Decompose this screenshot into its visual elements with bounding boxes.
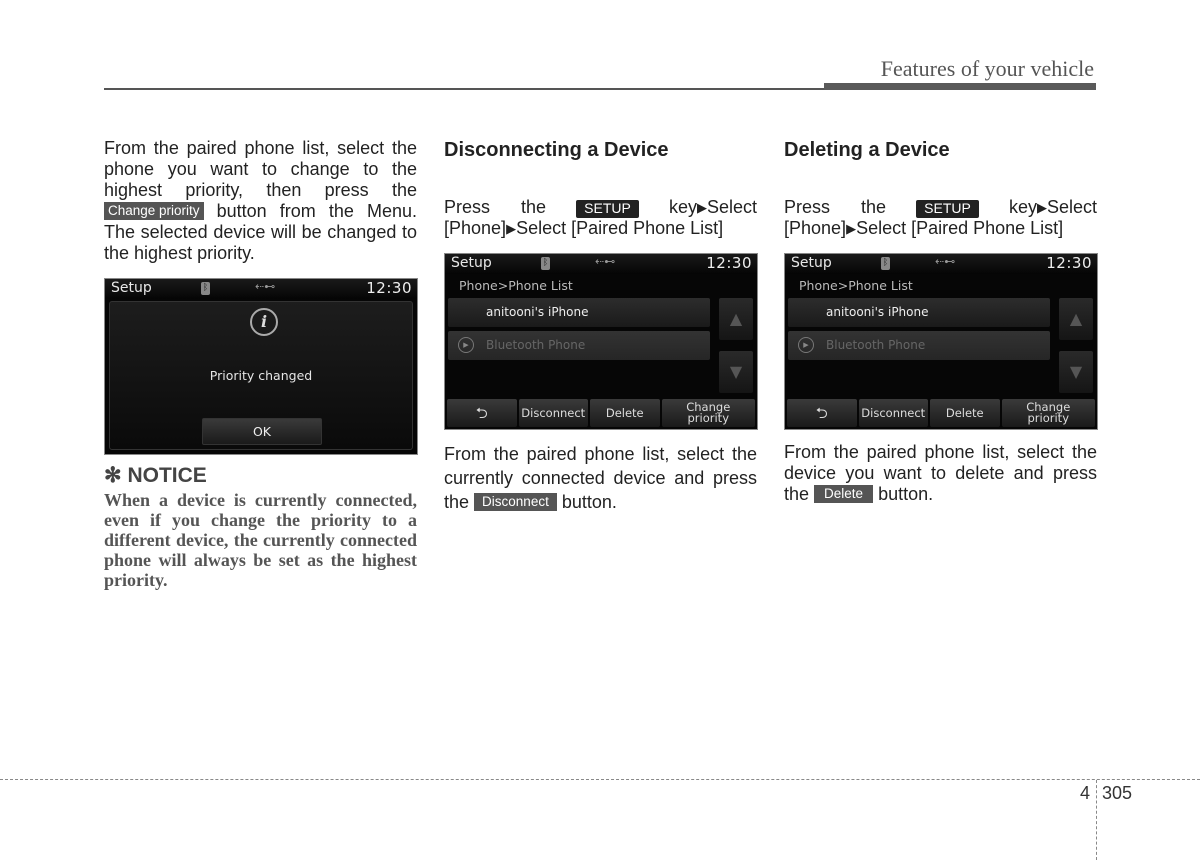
bluetooth-icon: ᛒ [881,257,890,270]
disconnect-button[interactable]: Disconnect [518,399,588,427]
triangle-down-icon: ▼ [729,362,743,381]
paired-list-text: Select [Paired Phone List] [516,218,724,238]
back-arrow-icon: ⮌ [475,403,488,422]
back-button[interactable]: ⮌ [447,399,517,427]
setup-key-tag: SETUP [916,200,979,218]
press-text: Press the [784,197,887,217]
bluetooth-icon: ᛒ [201,282,210,295]
breadcrumb: Phone>Phone List [459,278,573,293]
footer-rule [0,779,1200,780]
bluetooth-icon: ᛒ [541,257,550,270]
list-item[interactable]: anitooni's iPhone [788,298,1050,327]
arrow-right-icon: ▶ [846,221,857,236]
disconnect-button[interactable]: Disconnect [858,399,928,427]
status-title: Setup [791,255,832,271]
key-text: key [1008,197,1037,217]
section-heading: Disconnecting a Device [444,139,669,161]
phone-list-screen-disconnect: Setup ᛒ ⇠⊷ 12:30 Phone>Phone List anitoo… [444,253,758,430]
status-bar: Setup ᛒ ⇠⊷ 12:30 [445,254,757,274]
action-bar: ⮌ Disconnect Delete Change priority [447,399,755,427]
action-bar: ⮌ Disconnect Delete Change priority [787,399,1095,427]
priority-dialog: i Priority changed OK [109,301,413,450]
notice-title: ✻ NOTICE [104,464,417,488]
status-title: Setup [451,255,492,271]
device-name: Bluetooth Phone [486,338,586,352]
scroll-down-button[interactable]: ▼ [719,351,753,393]
device-name: Bluetooth Phone [826,338,926,352]
list-item[interactable]: ▶ Bluetooth Phone [788,331,1050,360]
notice-box: ✻ NOTICE When a device is currently conn… [104,464,417,590]
delete-tag: Delete [814,485,874,503]
clock: 12:30 [1046,254,1092,272]
back-button[interactable]: ⮌ [787,399,857,427]
play-icon: ▶ [798,337,814,353]
list-item[interactable]: ▶ Bluetooth Phone [448,331,710,360]
arrow-right-icon: ▶ [1036,200,1047,215]
device-name: anitooni's iPhone [486,305,589,319]
usb-icon: ⇠⊷ [935,255,956,268]
play-icon: ▶ [458,337,474,353]
notice-body: When a device is currently connected, ev… [104,490,417,590]
usb-icon: ⇠⊷ [595,255,616,268]
usb-icon: ⇠⊷ [255,280,276,293]
clock: 12:30 [706,254,752,272]
scroll-down-button[interactable]: ▼ [1059,351,1093,393]
step-instructions: Press the SETUP key▶Select [Phone]▶Selec… [784,197,1097,239]
header-bar [824,83,1096,90]
clock: 12:30 [366,279,412,297]
key-text: key [668,197,697,217]
back-arrow-icon: ⮌ [815,403,828,422]
intro-text: From the paired phone list, select the p… [104,138,417,200]
change-priority-tag: Change priority [104,202,204,220]
phone-list-screen-delete: Setup ᛒ ⇠⊷ 12:30 Phone>Phone List anitoo… [784,253,1098,430]
delete-button[interactable]: Delete [930,399,1000,427]
device-name: anitooni's iPhone [826,305,929,319]
ok-button[interactable]: OK [202,418,322,445]
desc-text-after: button. [878,484,934,504]
select-text: Select [706,197,757,217]
scroll-up-button[interactable]: ▲ [1059,298,1093,340]
intro-paragraph: From the paired phone list, select the p… [104,138,417,264]
column-deleting: Deleting a Device Press the SETUP key▶Se… [784,138,1097,239]
breadcrumb: Phone>Phone List [799,278,913,293]
desc-text-after: button. [561,492,617,512]
triangle-up-icon: ▲ [729,309,743,328]
phone-text: [Phone] [444,218,507,238]
asterisk-icon: ✻ [104,464,122,487]
notice-title-text: NOTICE [127,464,207,487]
triangle-up-icon: ▲ [1069,309,1083,328]
status-bar: Setup ᛒ ⇠⊷ 12:30 [105,279,417,299]
change-priority-button[interactable]: Change priority [661,399,755,427]
arrow-right-icon: ▶ [506,221,517,236]
list-item[interactable]: anitooni's iPhone [448,298,710,327]
scroll-up-button[interactable]: ▲ [719,298,753,340]
arrow-right-icon: ▶ [696,200,707,215]
disconnect-description: From the paired phone list, select the c… [444,442,757,514]
delete-description: From the paired phone list, select the d… [784,442,1097,505]
phone-text: [Phone] [784,218,847,238]
delete-button[interactable]: Delete [590,399,660,427]
change-priority-button[interactable]: Change priority [1001,399,1095,427]
setup-key-tag: SETUP [576,200,639,218]
disconnect-tag: Disconnect [474,493,557,511]
chapter-number: 4 [1080,783,1091,803]
status-bar: Setup ᛒ ⇠⊷ 12:30 [785,254,1097,274]
column-disconnecting: Disconnecting a Device Press the SETUP k… [444,138,757,239]
dialog-message: Priority changed [209,368,313,383]
status-title: Setup [111,280,152,296]
priority-changed-screen: Setup ᛒ ⇠⊷ 12:30 i Priority changed OK [104,278,418,455]
info-icon: i [250,308,278,336]
column-change-priority: From the paired phone list, select the p… [104,138,418,590]
press-text: Press the [444,197,547,217]
footer-divider [1096,780,1097,860]
section-title: Features of your vehicle [880,56,1094,81]
step-instructions: Press the SETUP key▶Select [Phone]▶Selec… [444,197,757,239]
triangle-down-icon: ▼ [1069,362,1083,381]
paired-list-text: Select [Paired Phone List] [856,218,1064,238]
section-heading: Deleting a Device [784,139,950,161]
page-number: 305 [1102,783,1133,803]
select-text: Select [1046,197,1097,217]
